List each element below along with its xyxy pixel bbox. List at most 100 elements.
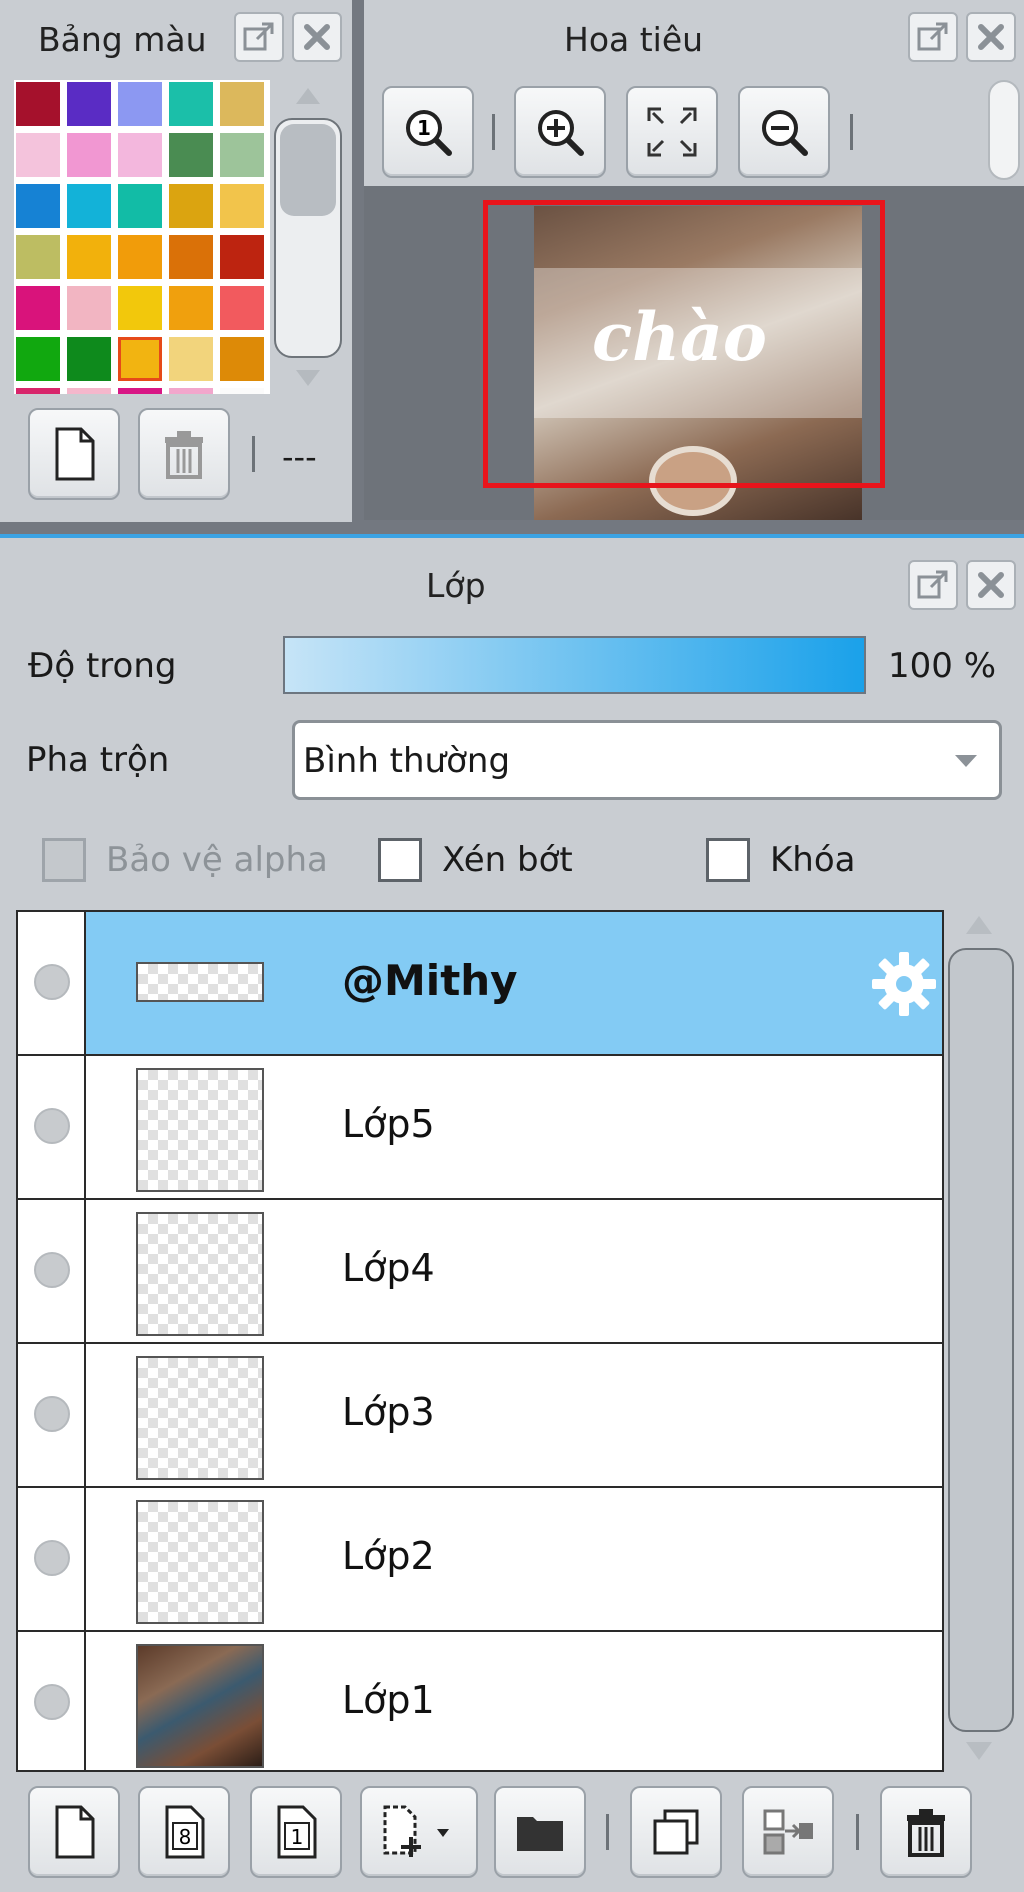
new-1bit-layer-button[interactable]: 1 xyxy=(250,1786,342,1878)
new-layer-button[interactable] xyxy=(28,1786,120,1878)
color-swatch[interactable] xyxy=(118,337,162,381)
delete-layer-icon xyxy=(907,1809,945,1857)
color-swatch[interactable] xyxy=(67,286,111,330)
new-8bit-layer-button[interactable]: 8 xyxy=(138,1786,230,1878)
visibility-toggle-icon[interactable] xyxy=(34,964,70,1000)
clip-checkbox[interactable] xyxy=(378,838,422,882)
svg-text:1: 1 xyxy=(417,116,431,140)
palette-scrollbar[interactable] xyxy=(274,118,342,358)
color-swatch[interactable] xyxy=(16,337,60,381)
layer-row[interactable]: Lớp4 xyxy=(18,1200,942,1344)
layer-row[interactable]: Lớp1 xyxy=(18,1632,942,1770)
color-swatch[interactable] xyxy=(220,337,264,381)
visibility-toggle-icon[interactable] xyxy=(34,1252,70,1288)
navigator-scrollbar[interactable] xyxy=(988,80,1020,180)
close-icon[interactable] xyxy=(966,12,1016,62)
color-swatch[interactable] xyxy=(16,388,60,394)
new-1bit-layer-icon: 1 xyxy=(277,1805,317,1859)
color-swatch[interactable] xyxy=(67,82,111,126)
palette-title: Bảng màu xyxy=(38,20,207,59)
layer-row[interactable]: Lớp5 xyxy=(18,1056,942,1200)
merge-down-button[interactable] xyxy=(742,1786,834,1878)
new-folder-button[interactable] xyxy=(494,1786,586,1878)
color-swatch[interactable] xyxy=(169,388,213,394)
gear-icon[interactable] xyxy=(870,950,938,1018)
color-swatch[interactable] xyxy=(169,184,213,228)
layer-info[interactable]: @Mithy xyxy=(86,912,942,1054)
visibility-toggle-icon[interactable] xyxy=(34,1108,70,1144)
layer-scrollbar[interactable] xyxy=(948,948,1014,1732)
layer-info[interactable]: Lớp3 xyxy=(86,1344,942,1486)
delete-layer-button[interactable] xyxy=(880,1786,972,1878)
color-swatch[interactable] xyxy=(16,133,60,177)
color-swatch[interactable] xyxy=(118,184,162,228)
fit-screen-button[interactable] xyxy=(626,86,718,178)
color-swatch[interactable] xyxy=(67,337,111,381)
blend-label: Pha trộn xyxy=(26,740,170,780)
color-swatch[interactable] xyxy=(220,286,264,330)
color-swatch[interactable] xyxy=(67,235,111,279)
color-swatch[interactable] xyxy=(67,388,111,394)
color-swatch[interactable] xyxy=(67,133,111,177)
color-swatch[interactable] xyxy=(118,286,162,330)
zoom-out-button[interactable] xyxy=(738,86,830,178)
color-swatch[interactable] xyxy=(169,82,213,126)
color-swatch[interactable] xyxy=(169,235,213,279)
visibility-toggle-icon[interactable] xyxy=(34,1540,70,1576)
layer-info[interactable]: Lớp4 xyxy=(86,1200,942,1342)
protect-alpha-checkbox[interactable] xyxy=(42,838,86,882)
close-icon[interactable] xyxy=(292,12,342,62)
navigator-separator-1 xyxy=(492,114,495,150)
color-swatch[interactable] xyxy=(118,82,162,126)
lock-checkbox[interactable] xyxy=(706,838,750,882)
color-swatch[interactable] xyxy=(16,286,60,330)
palette-scroll-thumb[interactable] xyxy=(280,124,336,216)
color-swatch[interactable] xyxy=(16,82,60,126)
layer-info[interactable]: Lớp2 xyxy=(86,1488,942,1630)
layer-scroll-up-icon[interactable] xyxy=(966,916,992,934)
color-swatch[interactable] xyxy=(220,184,264,228)
layer-info[interactable]: Lớp5 xyxy=(86,1056,942,1198)
close-icon[interactable] xyxy=(966,560,1016,610)
palette-scroll-down-icon[interactable] xyxy=(296,370,320,386)
folder-icon xyxy=(517,1817,563,1851)
delete-palette-button[interactable] xyxy=(138,408,230,500)
zoom-in-button[interactable] xyxy=(514,86,606,178)
color-swatch[interactable] xyxy=(169,133,213,177)
detach-icon[interactable] xyxy=(234,12,284,62)
add-layer-menu-button[interactable] xyxy=(360,1786,478,1878)
layer-name: Lớp4 xyxy=(342,1246,435,1290)
layer-info[interactable]: Lớp1 xyxy=(86,1632,942,1770)
color-swatch[interactable] xyxy=(67,184,111,228)
opacity-slider[interactable] xyxy=(283,636,866,694)
duplicate-layer-button[interactable] xyxy=(630,1786,722,1878)
color-swatch[interactable] xyxy=(118,388,162,394)
palette-scroll-up-icon[interactable] xyxy=(296,88,320,104)
toolbar-8bit-label: 8 xyxy=(179,1825,192,1849)
new-palette-button[interactable] xyxy=(28,408,120,500)
layer-row[interactable]: Lớp2 xyxy=(18,1488,942,1632)
visibility-toggle-icon[interactable] xyxy=(34,1684,70,1720)
new-layer-icon xyxy=(55,1805,95,1859)
detach-icon[interactable] xyxy=(908,12,958,62)
layer-row[interactable]: Lớp3 xyxy=(18,1344,942,1488)
color-swatch[interactable] xyxy=(118,235,162,279)
visibility-toggle-icon[interactable] xyxy=(34,1396,70,1432)
palette-more-label[interactable]: --- xyxy=(282,438,317,476)
zoom-actual-button[interactable]: 1 xyxy=(382,86,474,178)
detach-icon[interactable] xyxy=(908,560,958,610)
color-swatch[interactable] xyxy=(220,388,264,394)
layer-row[interactable]: @Mithy xyxy=(18,912,942,1056)
color-swatch[interactable] xyxy=(16,235,60,279)
layer-scroll-down-icon[interactable] xyxy=(966,1742,992,1760)
color-swatch[interactable] xyxy=(118,133,162,177)
color-swatch[interactable] xyxy=(16,184,60,228)
color-swatch[interactable] xyxy=(220,235,264,279)
color-swatch[interactable] xyxy=(169,337,213,381)
color-swatch[interactable] xyxy=(220,82,264,126)
color-swatch[interactable] xyxy=(220,133,264,177)
blend-mode-select[interactable]: Bình thường xyxy=(292,720,1002,800)
navigator-preview-area[interactable]: chào xyxy=(364,186,1024,520)
color-swatch[interactable] xyxy=(169,286,213,330)
navigator-view-frame[interactable] xyxy=(483,200,885,488)
